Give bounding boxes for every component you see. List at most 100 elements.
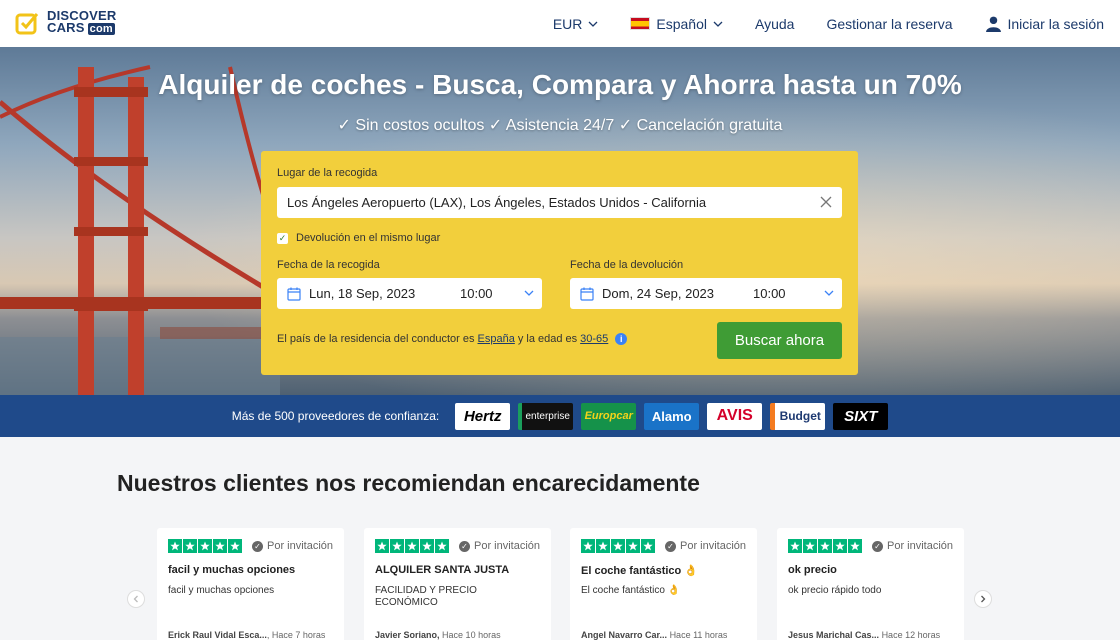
- review-body: ok precio rápido todo: [788, 585, 882, 596]
- europcar-logo: Europcar: [581, 402, 637, 430]
- review-author: Angel Navarro Car...: [581, 630, 668, 640]
- top-header: DISCOVER CARS com EUR Español Ayuda Gesti…: [0, 0, 1120, 47]
- hero-banner: Alquiler de coches - Busca, Compara y Ah…: [0, 47, 1120, 395]
- login-link[interactable]: Iniciar la sesión: [985, 15, 1104, 32]
- star-icon: [596, 539, 610, 553]
- return-date-value: Dom, 24 Sep, 2023: [602, 286, 715, 301]
- currency-selector[interactable]: EUR: [553, 16, 599, 32]
- language-selector[interactable]: Español: [630, 16, 723, 32]
- spain-flag-icon: [630, 17, 651, 30]
- enterprise-logo: enterprise: [518, 402, 574, 430]
- user-icon: [985, 16, 1001, 32]
- logo-wordmark: DISCOVER CARS com: [47, 9, 117, 35]
- residence-country-link[interactable]: España: [478, 333, 515, 345]
- chevron-down-icon: [588, 21, 598, 27]
- trustpilot-stars: [581, 539, 655, 553]
- search-form: Lugar de la recogida Los Ángeles Aeropue…: [261, 151, 858, 375]
- pickup-time-value[interactable]: 10:00: [460, 286, 493, 301]
- invitation-tag: ✓ Por invitación: [459, 540, 540, 552]
- help-label: Ayuda: [754, 15, 795, 32]
- chevron-down-icon: [824, 290, 834, 296]
- page: DISCOVER CARS com EUR Español Ayuda Gesti…: [0, 0, 1120, 640]
- star-icon: [818, 539, 832, 553]
- star-icon: [213, 539, 227, 553]
- review-card[interactable]: ✓ Por invitación El coche fantástico 👌 El…: [570, 528, 757, 640]
- review-body: FACILIDAD Y PRECIO ECONÓMICO: [375, 585, 477, 608]
- discovercars-logo[interactable]: DISCOVER CARS com: [15, 9, 117, 35]
- star-icon: [420, 539, 434, 553]
- review-body: El coche fantástico 👌: [581, 585, 681, 596]
- residence-prefix: El país de la residencia del conductor e…: [277, 333, 475, 345]
- star-icon: [168, 539, 182, 553]
- invitation-tag: ✓ Por invitación: [252, 540, 333, 552]
- review-title: facil y muchas opciones: [168, 564, 296, 576]
- trustpilot-stars: [375, 539, 449, 553]
- star-icon: [848, 539, 862, 553]
- reviews-next-button[interactable]: [974, 590, 992, 608]
- review-footer: Javier Soriano, Hace 10 horas: [375, 630, 550, 640]
- pickup-location-label: Lugar de la recogida: [277, 167, 378, 179]
- trustpilot-stars: [788, 539, 862, 553]
- logo-suffix: com: [87, 23, 115, 35]
- driver-residence-text: El país de la residencia del conductor e…: [277, 333, 628, 345]
- providers-label: Más de 500 proveedores de confianza:: [231, 409, 440, 423]
- info-icon[interactable]: i: [615, 333, 628, 345]
- reviews-heading: Nuestros clientes nos recomiendan encare…: [117, 470, 700, 496]
- pickup-date-value: Lun, 18 Sep, 2023: [309, 286, 416, 301]
- review-body: facil y muchas opciones: [168, 585, 275, 596]
- review-time: Hace 11 horas: [669, 630, 728, 640]
- invitation-tag: ✓ Por invitación: [665, 540, 746, 552]
- driver-age-link[interactable]: 30-65: [580, 333, 608, 345]
- hero-subtitle: ✓ Sin costos ocultos ✓ Asistencia 24/7 ✓…: [337, 117, 783, 134]
- review-author: Erick Raul Vidal Esca...: [168, 630, 267, 640]
- help-link[interactable]: Ayuda: [755, 16, 794, 32]
- provider-logos: Hertz enterprise Europcar Alamo AVIS Bud…: [455, 402, 889, 430]
- same-return-label: Devolución en el mismo lugar: [296, 232, 441, 244]
- return-date-label: Fecha de la devolución: [570, 259, 684, 271]
- verified-check-icon: ✓: [459, 540, 470, 552]
- manage-booking-label: Gestionar la reserva: [826, 15, 953, 32]
- verified-check-icon: ✓: [872, 540, 883, 552]
- return-date-field[interactable]: Dom, 24 Sep, 2023 10:00: [570, 278, 842, 309]
- checkbox-checked-icon: ✓: [277, 232, 288, 244]
- review-time: Hace 7 horas: [271, 630, 326, 640]
- avis-logo: AVIS: [707, 402, 763, 430]
- language-label: Español: [656, 15, 707, 32]
- pickup-date-field[interactable]: Lun, 18 Sep, 2023 10:00: [277, 278, 542, 309]
- sixt-logo: SIXT: [833, 402, 889, 430]
- calendar-icon: [580, 287, 594, 301]
- close-icon[interactable]: [820, 196, 832, 208]
- header-nav: EUR Español Ayuda Gestionar la reserva I…: [553, 0, 1104, 47]
- verified-check-icon: ✓: [665, 540, 676, 552]
- star-icon: [833, 539, 847, 553]
- star-icon: [641, 539, 655, 553]
- pickup-location-input[interactable]: Los Ángeles Aeropuerto (LAX), Los Ángele…: [277, 187, 842, 218]
- verified-check-icon: ✓: [252, 540, 263, 552]
- review-footer: Jesus Marichal Cas... Hace 12 horas: [788, 630, 963, 640]
- star-icon: [788, 539, 802, 553]
- calendar-icon: [287, 287, 301, 301]
- residence-mid: y la edad es: [517, 333, 578, 345]
- star-icon: [803, 539, 817, 553]
- logo-line2: CARS com: [47, 20, 115, 35]
- alamo-logo: Alamo: [644, 402, 700, 430]
- return-time-value[interactable]: 10:00: [753, 286, 786, 301]
- manage-booking-link[interactable]: Gestionar la reserva: [826, 16, 952, 32]
- star-icon: [375, 539, 389, 553]
- star-icon: [581, 539, 595, 553]
- same-return-checkbox[interactable]: ✓ Devolución en el mismo lugar: [277, 232, 440, 244]
- review-time: Hace 10 horas: [442, 630, 501, 640]
- star-icon: [611, 539, 625, 553]
- review-card[interactable]: ✓ Por invitación facil y muchas opciones …: [157, 528, 344, 640]
- chevron-right-icon: [981, 595, 986, 603]
- review-card[interactable]: ✓ Por invitación ok precio ok precio rápi…: [777, 528, 964, 640]
- hertz-logo: Hertz: [455, 402, 511, 430]
- reviews-prev-button[interactable]: [127, 590, 145, 608]
- review-footer: Erick Raul Vidal Esca..., Hace 7 horas: [168, 630, 326, 640]
- chevron-down-icon: [524, 290, 534, 296]
- chevron-left-icon: [133, 595, 138, 603]
- star-icon: [435, 539, 449, 553]
- review-card[interactable]: ✓ Por invitación ALQUILER SANTA JUSTA FAC…: [364, 528, 551, 640]
- search-now-button[interactable]: Buscar ahora: [717, 322, 842, 359]
- pickup-date-label: Fecha de la recogida: [277, 259, 380, 271]
